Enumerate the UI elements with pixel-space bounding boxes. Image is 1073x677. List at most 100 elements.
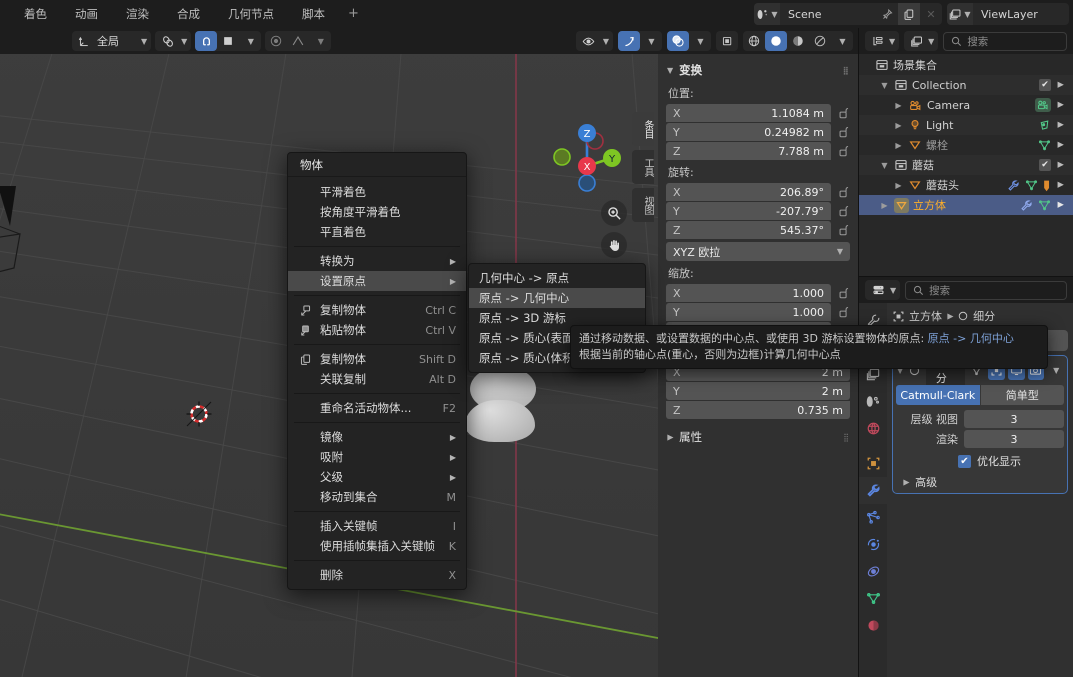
chevron-down-icon[interactable]: ▼ xyxy=(890,286,896,295)
outliner-row-light[interactable]: ▶ Light xyxy=(859,115,1073,135)
dimensions-z-field[interactable]: Z 0.735 m xyxy=(666,401,850,419)
properties-tab-object[interactable] xyxy=(859,450,887,477)
menu-item-convert-to[interactable]: 转换为 ▶ xyxy=(288,251,466,271)
light-data-icon[interactable] xyxy=(1038,119,1051,132)
location-z-field[interactable]: Z 7.788 m xyxy=(666,142,831,160)
panel-grip[interactable]: ⣿ xyxy=(843,433,850,442)
proportional-edit-icon[interactable] xyxy=(265,31,287,51)
material-icon[interactable] xyxy=(1043,179,1051,192)
menu-item-shade-smooth[interactable]: 平滑着色 xyxy=(288,182,466,202)
chevron-down-icon[interactable]: ▼ xyxy=(889,37,895,46)
chevron-right-icon[interactable]: ▼ xyxy=(666,434,675,440)
chevron-down-icon[interactable]: ▼ xyxy=(831,31,853,51)
properties-tab-viewlayer[interactable] xyxy=(859,388,887,415)
menu-item-duplicate-objects[interactable]: 复制物体 Shift D xyxy=(288,349,466,369)
menu-item-insert-keying-set[interactable]: 使用插帧集插入关键帧 K xyxy=(288,536,466,556)
menu-item-insert-keyframe[interactable]: 插入关键帧 I xyxy=(288,516,466,536)
dimensions-y-field[interactable]: Y 2 m xyxy=(666,382,850,400)
outliner-row-bolt[interactable]: ▶ 螺栓 xyxy=(859,135,1073,155)
workspace-tab-2[interactable]: 渲染 xyxy=(112,0,163,28)
wireframe-sphere-icon[interactable] xyxy=(743,31,765,51)
chevron-down-icon[interactable]: ▼ xyxy=(879,161,890,170)
breadcrumb-modifier[interactable]: 细分 xyxy=(973,308,995,324)
chevron-down-icon[interactable]: ▼ xyxy=(837,247,843,256)
checkbox-icon[interactable]: ✔ xyxy=(1039,79,1051,91)
checkbox-icon[interactable]: ✔ xyxy=(958,454,971,468)
sidebar-tab-item[interactable]: 条目 xyxy=(632,112,654,146)
scene-name[interactable]: Scene xyxy=(780,8,876,21)
outliner-filter[interactable]: ▼ xyxy=(904,31,939,51)
xray-icon[interactable] xyxy=(716,31,738,51)
scene-selector[interactable]: ▼ Scene ✕ xyxy=(754,3,942,25)
hide-icon[interactable] xyxy=(1056,80,1067,91)
overlays-icon[interactable] xyxy=(667,31,689,51)
chevron-down-icon[interactable]: ▼ xyxy=(603,37,609,46)
unlocked-icon[interactable] xyxy=(836,107,850,119)
menu-item-paste-objects[interactable]: 粘贴物体 Ctrl V xyxy=(288,320,466,340)
chevron-down-icon[interactable]: ▼ xyxy=(181,37,187,46)
falloff-curve-icon[interactable] xyxy=(287,31,309,51)
transform-orientation-dropdown[interactable]: 全局 ▼ xyxy=(72,31,152,51)
properties-tab-material[interactable] xyxy=(859,612,887,639)
hide-icon[interactable] xyxy=(1056,120,1067,131)
outliner-editor[interactable]: ▼ ▼ 搜索 场景集合 ▼ Collection ✔ ▶ Camera ▶ Li… xyxy=(858,28,1073,276)
modifier-icon[interactable] xyxy=(1007,179,1020,192)
outliner-row-mushroom-head[interactable]: ▶ 蘑菇头 xyxy=(859,175,1073,195)
chevron-down-icon[interactable]: ▼ xyxy=(239,31,261,51)
hand-icon[interactable] xyxy=(601,232,627,258)
mesh-data-icon[interactable] xyxy=(1038,139,1051,152)
menu-item-shade-flat[interactable]: 平直着色 xyxy=(288,222,466,242)
camera-data-icon[interactable] xyxy=(1035,98,1051,112)
rotation-x-field[interactable]: X 206.89° xyxy=(666,183,831,201)
advanced-subpanel[interactable]: ▼ 高级 xyxy=(902,474,1064,490)
transform-panel-header[interactable]: ▼ 变换 ⣿ xyxy=(666,60,850,80)
outliner-search-input[interactable]: 搜索 xyxy=(943,31,1067,51)
menu-item-rename-active-object[interactable]: 重命名活动物体... F2 xyxy=(288,398,466,418)
outliner-row-collection[interactable]: ▼ Collection ✔ xyxy=(859,75,1073,95)
add-workspace-button[interactable]: + xyxy=(339,0,368,28)
chevron-right-icon[interactable]: ▶ xyxy=(893,181,904,190)
properties-tab-physics[interactable] xyxy=(859,531,887,558)
hide-icon[interactable] xyxy=(1056,180,1067,191)
outliner-row-cube[interactable]: ▶ 立方体 xyxy=(859,195,1073,215)
mesh-data-icon[interactable] xyxy=(1025,179,1038,192)
navigation-gizmo[interactable]: Y Z X xyxy=(548,118,626,196)
levels-viewport-field[interactable]: 3 xyxy=(964,410,1064,428)
unlocked-icon[interactable] xyxy=(836,205,850,217)
menu-item-mirror[interactable]: 镜像 ▶ xyxy=(288,427,466,447)
scale-y-field[interactable]: Y 1.000 xyxy=(666,303,831,321)
rendered-sphere-icon[interactable] xyxy=(809,31,831,51)
checkbox-icon[interactable]: ✔ xyxy=(1039,159,1051,171)
properties-subpanel-header[interactable]: ▼ 属性 ⣿ xyxy=(666,426,850,448)
chevron-down-icon[interactable]: ▼ xyxy=(689,31,711,51)
properties-search-input[interactable]: 搜索 xyxy=(905,280,1067,300)
properties-tab-constraint[interactable] xyxy=(859,558,887,585)
solid-sphere-icon[interactable] xyxy=(765,31,787,51)
zoom-icon[interactable] xyxy=(601,200,627,226)
chevron-right-icon[interactable]: ▼ xyxy=(902,479,911,485)
chevron-down-icon[interactable]: ▼ xyxy=(1047,361,1064,380)
properties-tab-particles[interactable] xyxy=(859,504,887,531)
menu-item-set-origin[interactable]: 设置原点 ▶ xyxy=(288,271,466,291)
chevron-down-icon[interactable]: ▼ xyxy=(667,66,673,75)
submenu-item-geometry-to-origin[interactable]: 几何中心 -> 原点 xyxy=(469,268,645,288)
outliner-row-mushroom-collection[interactable]: ▼ 蘑菇 ✔ xyxy=(859,155,1073,175)
chevron-down-icon[interactable]: ▼ xyxy=(141,37,147,46)
hide-icon[interactable] xyxy=(1056,160,1067,171)
location-x-field[interactable]: X 1.1084 m xyxy=(666,104,831,122)
properties-tab-data[interactable] xyxy=(859,585,887,612)
outliner-row-scene-collection[interactable]: 场景集合 xyxy=(859,55,1073,75)
unlocked-icon[interactable] xyxy=(836,224,850,236)
scale-x-field[interactable]: X 1.000 xyxy=(666,284,831,302)
properties-editor-type[interactable]: ▼ xyxy=(865,280,901,300)
new-scene-icon[interactable] xyxy=(898,3,920,25)
rotation-z-field[interactable]: Z 545.37° xyxy=(666,221,831,239)
workspace-tab-5[interactable]: 脚本 xyxy=(288,0,339,28)
menu-item-copy-objects[interactable]: 复制物体 Ctrl C xyxy=(288,300,466,320)
location-y-field[interactable]: Y 0.24982 m xyxy=(666,123,831,141)
workspace-tab-4[interactable]: 几何节点 xyxy=(214,0,288,28)
chevron-right-icon[interactable]: ▶ xyxy=(879,201,890,210)
algorithm-catmull-clark[interactable]: Catmull-Clark xyxy=(896,385,980,405)
hide-icon[interactable] xyxy=(1056,140,1067,151)
menu-item-parent[interactable]: 父级 ▶ xyxy=(288,467,466,487)
